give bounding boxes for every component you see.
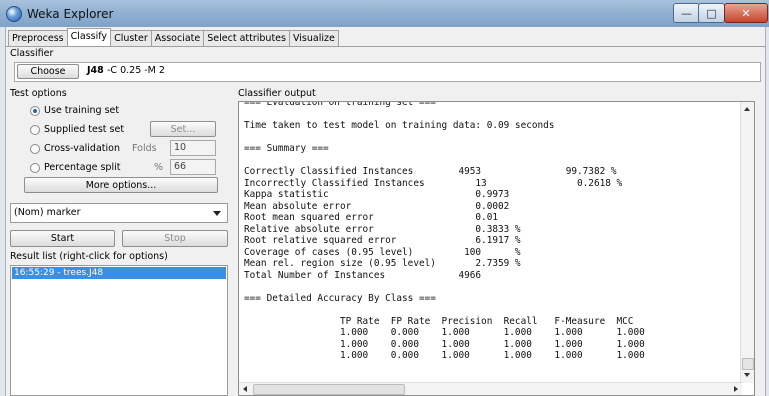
classifier-output-label: Classifier output (238, 88, 316, 99)
output-line: Coverage of cases (0.95 level) 100 % (244, 246, 521, 258)
maximize-button[interactable]: □ (698, 3, 725, 23)
output-line: Relative absolute error 0.3833 % (244, 223, 521, 235)
tab-cluster[interactable]: Cluster (110, 30, 152, 46)
supplied-test-set-label: Supplied test set (44, 124, 125, 135)
classifier-options[interactable]: -C 0.25 -M 2 (107, 65, 165, 76)
folds-input[interactable]: 10 (170, 140, 216, 156)
output-line: 1.000 0.000 1.000 1.000 1.000 1.000 (244, 350, 645, 361)
close-icon: ✕ (741, 6, 751, 20)
classifier-output-text: === Evaluation on training set === Time … (244, 101, 744, 362)
classifier-name[interactable]: J48 (87, 65, 104, 76)
output-line: Correctly Classified Instances 4953 99.7… (244, 166, 617, 177)
chevron-down-icon (213, 211, 221, 216)
result-list[interactable]: 16:55:29 - trees.J48 (10, 265, 228, 396)
weka-app-icon (6, 6, 22, 22)
horizontal-scrollbar[interactable] (239, 382, 742, 395)
classifier-output-panel[interactable]: === Evaluation on training set === Time … (238, 101, 755, 396)
choose-button[interactable]: Choose (17, 64, 79, 79)
minimize-icon: — (681, 6, 692, 20)
tab-preprocess[interactable]: Preprocess (8, 30, 68, 46)
percentage-split-input[interactable]: 66 (170, 159, 216, 175)
minimize-button[interactable]: — (673, 3, 700, 23)
window-title: Weka Explorer (27, 7, 114, 21)
scroll-up-icon[interactable] (744, 107, 750, 111)
output-line: Root mean squared error 0.01 (244, 212, 498, 223)
classifier-panel: Choose J48 -C 0.25 -M 2 (14, 62, 761, 82)
result-list-item[interactable]: 16:55:29 - trees.J48 (12, 267, 226, 279)
output-line: === Evaluation on training set === (244, 101, 436, 108)
start-button[interactable]: Start (10, 230, 115, 247)
scroll-right-icon[interactable] (734, 386, 738, 392)
tab-associate[interactable]: Associate (150, 30, 205, 46)
output-line: TP Rate FP Rate Precision Recall F-Measu… (244, 315, 634, 327)
result-list-label: Result list (right-click for options) (10, 251, 168, 262)
more-options-button[interactable]: More options... (24, 177, 218, 193)
stop-button[interactable]: Stop (122, 230, 228, 247)
tab-select-attributes[interactable]: Select attributes (203, 30, 290, 46)
output-line: Mean rel. region size (0.95 level) 2.735… (244, 258, 521, 269)
tab-classify[interactable]: Classify (66, 28, 112, 46)
output-line: Kappa statistic 0.9973 (244, 189, 510, 200)
close-button[interactable]: ✕ (724, 3, 768, 23)
scroll-down-icon[interactable] (744, 373, 750, 377)
output-line: Incorrectly Classified Instances 13 0.26… (244, 177, 623, 189)
use-training-set-label: Use training set (44, 105, 120, 116)
output-line: Time taken to test model on training dat… (244, 120, 555, 131)
title-bar: Weka Explorer — □ ✕ (0, 0, 769, 27)
test-options-label: Test options (10, 88, 67, 99)
cross-validation-radio[interactable] (30, 144, 40, 154)
tab-visualize[interactable]: Visualize (288, 30, 339, 46)
maximize-icon: □ (706, 6, 717, 20)
classifier-section-label: Classifier (10, 48, 54, 59)
scroll-thumb[interactable] (742, 358, 754, 370)
scroll-left-icon[interactable] (243, 386, 247, 392)
tab-divider (6, 46, 765, 47)
output-line: 1.000 0.000 1.000 1.000 1.000 1.000 (244, 327, 645, 338)
cross-validation-label: Cross-validation (44, 143, 120, 154)
tab-bar: Preprocess Classify Cluster Associate Se… (8, 28, 339, 46)
percentage-split-label: Percentage split (44, 162, 121, 173)
use-training-set-radio[interactable] (30, 106, 40, 116)
output-line: 1.000 0.000 1.000 1.000 1.000 1.000 (244, 338, 645, 350)
output-line: Root relative squared error 6.1917 % (244, 235, 521, 246)
horizontal-scroll-thumb[interactable] (253, 384, 405, 395)
main-frame: Preprocess Classify Cluster Associate Se… (5, 27, 766, 396)
output-line: Mean absolute error 0.0002 (244, 200, 510, 212)
supplied-test-set-radio[interactable] (30, 125, 40, 135)
vertical-scrollbar[interactable] (740, 102, 754, 383)
class-attribute-value: (Nom) marker (14, 207, 81, 218)
class-attribute-select[interactable]: (Nom) marker (10, 203, 228, 223)
output-line: === Detailed Accuracy By Class === (244, 292, 436, 304)
output-line: Total Number of Instances 4966 (244, 269, 482, 281)
percentage-split-radio[interactable] (30, 163, 40, 173)
output-line: === Summary === (244, 143, 329, 154)
folds-label: Folds (132, 143, 157, 154)
set-test-set-button[interactable]: Set... (150, 121, 216, 137)
percent-symbol: % (154, 162, 164, 173)
